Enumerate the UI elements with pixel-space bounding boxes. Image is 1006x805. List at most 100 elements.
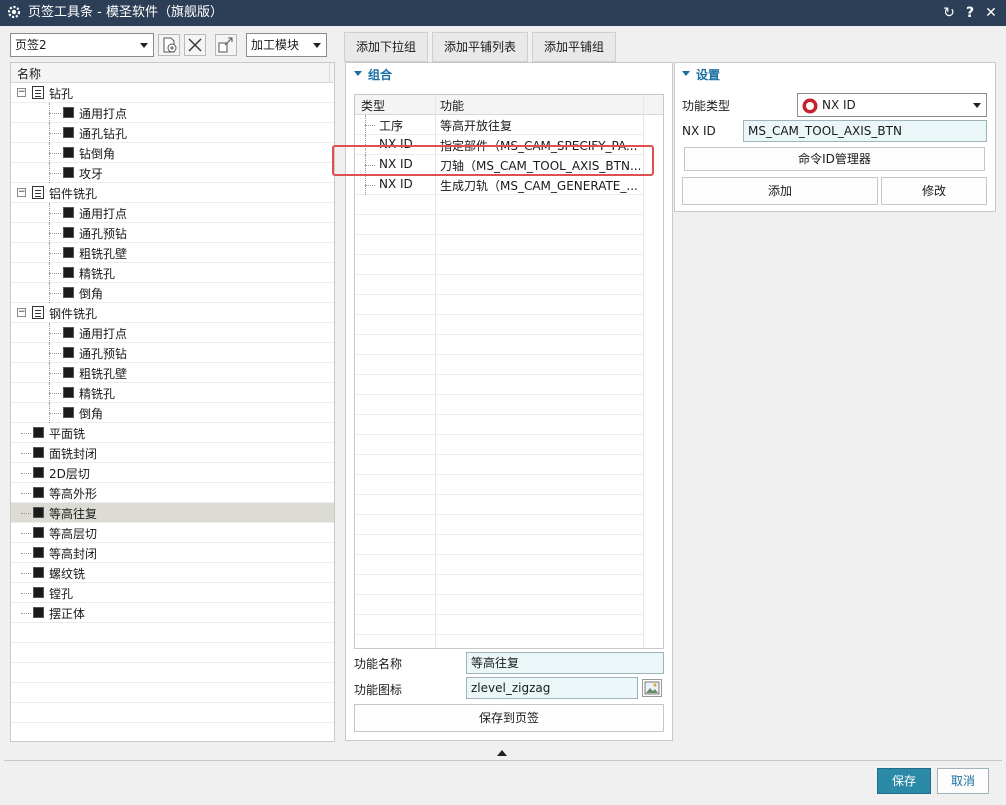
function-name-label: 功能名称 <box>354 657 403 671</box>
help-icon[interactable]: ? <box>961 3 979 23</box>
export-button[interactable] <box>215 34 237 56</box>
export-icon <box>218 37 233 53</box>
operation-icon <box>63 347 74 358</box>
tree-row[interactable]: 倒角 <box>11 403 334 423</box>
tree-item-label: 等高封闭 <box>49 547 98 561</box>
grid-col-function: 功能 <box>440 99 465 113</box>
command-id-manager-button[interactable]: 命令ID管理器 <box>684 147 985 171</box>
tree-row[interactable]: 等高外形 <box>11 483 334 503</box>
empty-row <box>355 255 643 275</box>
cancel-button[interactable]: 取消 <box>937 768 989 794</box>
tree-row[interactable]: 螺纹铣 <box>11 563 334 583</box>
tree-item-label: 面铣封闭 <box>49 447 98 461</box>
empty-row <box>355 275 643 295</box>
add-tab-icon <box>163 37 177 53</box>
empty-row <box>11 623 334 643</box>
modify-button[interactable]: 修改 <box>881 177 987 205</box>
tree-row[interactable]: 通用打点 <box>11 203 334 223</box>
function-type-label: 功能类型 <box>682 99 731 113</box>
operation-icon <box>63 387 74 398</box>
tree-item-label: 倒角 <box>79 287 104 301</box>
tree-row[interactable]: − 钻孔 <box>11 83 334 103</box>
operation-icon <box>33 487 44 498</box>
tree-row[interactable]: − 铝件铣孔 <box>11 183 334 203</box>
function-icon-input[interactable]: zlevel_zigzag <box>466 677 638 699</box>
tree-row[interactable]: 通用打点 <box>11 323 334 343</box>
tree-row[interactable]: 钻倒角 <box>11 143 334 163</box>
tree-row[interactable]: 镗孔 <box>11 583 334 603</box>
operation-icon <box>33 507 44 518</box>
tree-row[interactable]: 面铣封闭 <box>11 443 334 463</box>
tree-panel[interactable]: 名称 − 钻孔 通用打点 通孔钻孔 钻倒角 攻牙 − 铝件铣孔 通用打点 通孔预钻 粗铣孔壁 精铣孔倒… <box>10 62 335 742</box>
tree-item-label: 铝件铣孔 <box>49 187 98 201</box>
operation-icon <box>33 467 44 478</box>
add-button[interactable]: 添加 <box>682 177 878 205</box>
empty-row <box>355 535 643 555</box>
add-tile-list-button[interactable]: 添加平铺列表 <box>432 32 528 62</box>
tree-row[interactable]: 粗铣孔壁 <box>11 243 334 263</box>
nx-id-input[interactable]: MS_CAM_TOOL_AXIS_BTN <box>743 120 987 142</box>
grid-row[interactable]: 工序 等高开放往复 <box>355 115 643 135</box>
collapse-arrow-icon[interactable] <box>497 750 507 756</box>
add-tab-button[interactable] <box>158 34 180 56</box>
tree-connector <box>21 513 31 514</box>
add-dropdown-group-button[interactable]: 添加下拉组 <box>344 32 428 62</box>
tree-row[interactable]: 等高往复 <box>11 503 334 523</box>
function-grid[interactable]: 类型 功能 工序 等高开放往复 NX ID 指定部件（MS_CAM_SPECIFY_P… <box>354 94 664 649</box>
save-button[interactable]: 保存 <box>877 768 931 794</box>
collapse-toggle-icon[interactable]: − <box>17 188 26 197</box>
grid-cell-function: 等高开放往复 <box>440 119 513 133</box>
tree-row[interactable]: 通孔预钻 <box>11 343 334 363</box>
refresh-icon[interactable]: ↻ <box>940 3 958 23</box>
tree-row[interactable]: 平面铣 <box>11 423 334 443</box>
empty-row <box>355 555 643 575</box>
tree-item-label: 通用打点 <box>79 107 128 121</box>
tree-item-label: 平面铣 <box>49 427 86 441</box>
empty-row <box>355 335 643 355</box>
tree-row[interactable]: 等高层切 <box>11 523 334 543</box>
tree-connector <box>21 433 31 434</box>
tree-connector <box>49 253 61 254</box>
tree-header-label: 名称 <box>17 67 42 81</box>
delete-button[interactable] <box>184 34 206 56</box>
tree-row[interactable]: 2D层切 <box>11 463 334 483</box>
tree-row[interactable]: 通用打点 <box>11 103 334 123</box>
empty-row <box>355 375 643 395</box>
empty-row <box>11 643 334 663</box>
collapse-triangle-icon[interactable] <box>354 71 362 76</box>
add-tile-group-button[interactable]: 添加平铺组 <box>532 32 616 62</box>
grid-row[interactable]: NX ID 生成刀轨（MS_CAM_GENERATE_... <box>355 175 643 195</box>
image-picker-button[interactable] <box>642 679 662 697</box>
combo-panel-title: 组合 <box>368 68 393 82</box>
empty-row <box>11 683 334 703</box>
tree-row[interactable]: − 钢件铣孔 <box>11 303 334 323</box>
tree-connector <box>49 413 61 414</box>
operation-icon <box>63 227 74 238</box>
tree-row[interactable]: 等高封闭 <box>11 543 334 563</box>
module-select[interactable]: 加工模块 <box>246 33 327 57</box>
function-name-input[interactable]: 等高往复 <box>466 652 664 674</box>
tab-select[interactable]: 页签2 <box>10 33 154 57</box>
nx-id-label: NX ID <box>682 124 716 138</box>
collapse-triangle-icon[interactable] <box>682 71 690 76</box>
tree-item-label: 钻孔 <box>49 87 74 101</box>
chevron-down-icon <box>973 103 981 108</box>
empty-row <box>355 315 643 335</box>
tree-row[interactable]: 精铣孔 <box>11 383 334 403</box>
tree-row[interactable]: 摆正体 <box>11 603 334 623</box>
function-type-select[interactable]: NX ID <box>797 93 987 117</box>
tree-row[interactable]: 粗铣孔壁 <box>11 363 334 383</box>
tree-row[interactable]: 通孔预钻 <box>11 223 334 243</box>
function-icon-label: 功能图标 <box>354 683 403 697</box>
tree-row[interactable]: 攻牙 <box>11 163 334 183</box>
empty-row <box>11 703 334 723</box>
tree-row[interactable]: 精铣孔 <box>11 263 334 283</box>
operation-icon <box>33 527 44 538</box>
tree-row[interactable]: 倒角 <box>11 283 334 303</box>
save-to-tab-button[interactable]: 保存到页签 <box>354 704 664 732</box>
close-icon[interactable]: ✕ <box>982 3 1000 23</box>
collapse-toggle-icon[interactable]: − <box>17 88 26 97</box>
tree-row[interactable]: 通孔钻孔 <box>11 123 334 143</box>
collapse-toggle-icon[interactable]: − <box>17 308 26 317</box>
tree-connector <box>49 273 61 274</box>
